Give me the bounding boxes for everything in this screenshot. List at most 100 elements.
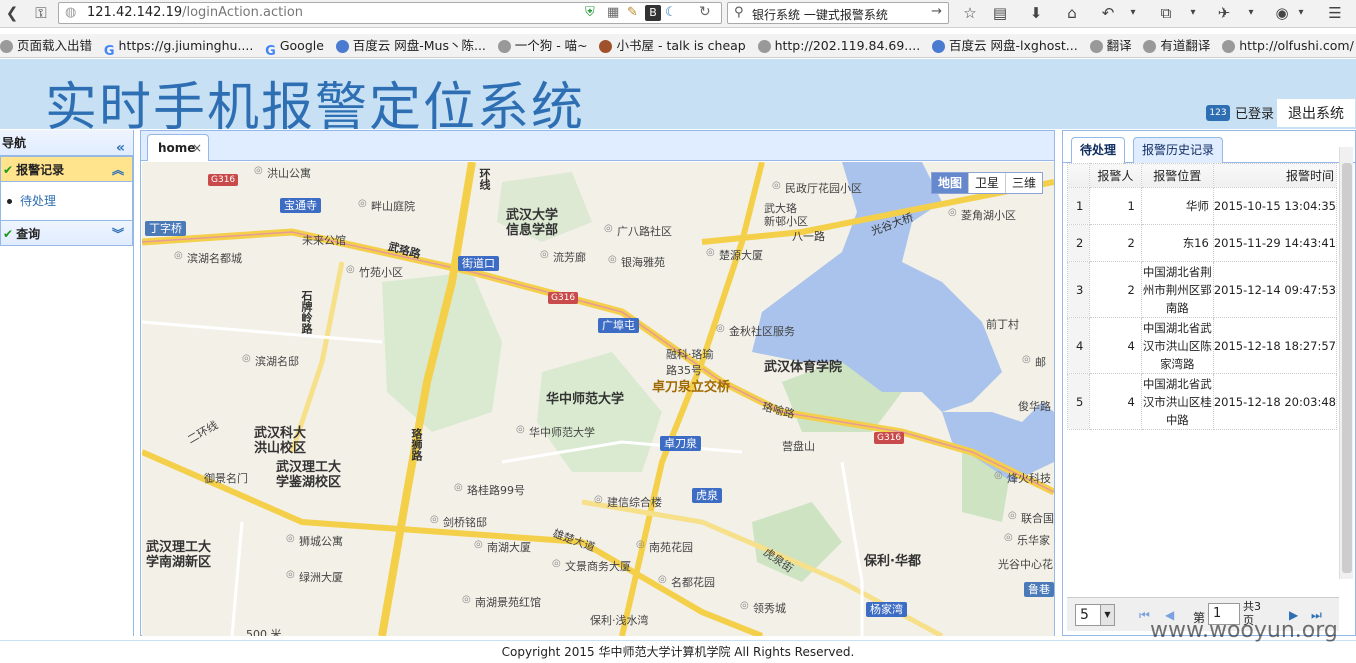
station-label: 丁字桥 [145, 221, 186, 236]
google-icon: G [103, 44, 115, 58]
road-label: 环线 [478, 168, 491, 190]
star-icon[interactable]: ☆ [960, 2, 980, 24]
station-label: 宝通寺 [280, 198, 321, 213]
chevron-down-icon[interactable]: ▾ [1294, 2, 1308, 24]
row-number: 4 [1067, 317, 1091, 374]
accordion-alarm-records[interactable]: ✔ 报警记录 ︽ [0, 156, 133, 182]
first-page-icon[interactable]: ⏮ [1139, 608, 1150, 623]
page-icon [757, 40, 771, 53]
row-number: 1 [1067, 187, 1091, 225]
map-label: 联合国 [1008, 510, 1054, 526]
map-scale: 500 米 [246, 628, 282, 636]
reading-list-icon[interactable]: ▤ [990, 2, 1010, 24]
page-size-select[interactable]: 5 ▼ [1075, 604, 1115, 626]
page-title: 实时手机报警定位系统 [45, 78, 586, 138]
chevron-up-icon[interactable]: ︽ [112, 157, 124, 183]
map-label: 未来公馆 [302, 234, 346, 247]
bookmark-item[interactable]: 小书屋 - talk is cheap [599, 34, 746, 57]
bookmark-item[interactable]: 翻译 [1089, 34, 1132, 57]
bookmark-item[interactable]: 一个狗 - 喵~ [497, 34, 588, 57]
table-row[interactable]: 2 2 东16 2015-11-29 14:43:41 [1067, 224, 1337, 262]
map-label: 金秋社区服务 [716, 323, 795, 339]
menu-icon[interactable]: ☰ [1324, 2, 1346, 24]
bookmark-item[interactable]: Ghttps://g.jiuminghu.... [103, 34, 254, 58]
nav-item-pending[interactable]: 待处理 [20, 194, 56, 208]
map-view[interactable]: 地图 卫星 三维 洪山公寓 宝通寺 畔山庭院 民政厅花园小区 武大珞 新邨小区 … [142, 162, 1054, 636]
map-label: 融科·珞瑜路35号 [666, 348, 714, 377]
tab-strip: home × [141, 131, 1054, 161]
reload-icon[interactable]: ↻ [699, 4, 711, 20]
map-type-3d[interactable]: 三维 [1006, 173, 1042, 193]
search-icon: ⚲ [734, 5, 744, 20]
close-icon[interactable]: × [192, 135, 202, 161]
back-icon[interactable]: ❮ [2, 2, 22, 24]
search-go-icon[interactable]: → [931, 4, 942, 19]
bookmark-item[interactable]: 百度云 网盘-Mus丶陈... [335, 34, 486, 57]
plane-icon[interactable]: ✈ [1214, 2, 1234, 24]
google-icon: G [265, 44, 276, 58]
column-header[interactable] [1067, 163, 1091, 188]
bookmark-item[interactable]: 百度云 网盘-lxghost... [932, 34, 1078, 57]
logout-button[interactable]: 退出系统 [1276, 98, 1356, 128]
tab-home[interactable]: home × [147, 134, 209, 161]
shield-icon[interactable]: ⛨ [585, 5, 595, 20]
home-icon[interactable]: ⌂ [1062, 2, 1082, 24]
book-icon [599, 40, 613, 53]
map-label: 南苑花园 [636, 539, 693, 555]
map-type-map[interactable]: 地图 [932, 173, 970, 193]
bookmark-item[interactable]: http://olfushi.com/ [1222, 34, 1354, 57]
bookmark-item[interactable]: 有道翻译 [1143, 34, 1210, 57]
table-header-row: 报警人 报警位置 报警时间 [1067, 163, 1337, 188]
chevron-down-icon[interactable]: ︾ [112, 221, 124, 247]
key-icon: ⚿ [35, 4, 47, 22]
download-icon[interactable]: ⬇ [1026, 2, 1046, 24]
map-label: 烽火科技 [994, 470, 1051, 486]
bookmarks-bar: 页面载入出错 Ghttps://g.jiuminghu.... G Google … [0, 34, 1356, 58]
chevron-down-icon[interactable]: ▾ [1126, 2, 1140, 24]
search-input[interactable]: 银行系统 一键式报警系统 [752, 6, 888, 23]
map-label: 光谷中心花 [998, 558, 1053, 571]
undo-icon[interactable]: ↶ [1098, 2, 1118, 24]
tab-alarm-history[interactable]: 报警历史记录 [1133, 137, 1224, 163]
url-host: 121.42.142.19 [87, 5, 183, 20]
crop-icon[interactable]: ⧉ [1156, 2, 1176, 24]
bookmark-item[interactable]: G Google [265, 34, 324, 58]
chevron-down-icon[interactable]: ▼ [1100, 605, 1114, 625]
table-row[interactable]: 4 4 中国湖北省武汉市洪山区陈家湾路 2015-12-18 18:27:57 [1067, 317, 1337, 374]
bold-b-icon[interactable]: B [645, 5, 661, 21]
alarm-person: 4 [1089, 373, 1142, 430]
map-label: 武汉理工大学鉴湖校区 [276, 460, 342, 490]
accordion-query[interactable]: ✔ 查询 ︾ [0, 220, 133, 246]
map-label: 流芳廊 [540, 249, 586, 265]
map-type-switch: 地图 卫星 三维 [931, 172, 1044, 194]
column-header[interactable]: 报警位置 [1140, 163, 1214, 188]
column-header[interactable]: 报警人 [1089, 163, 1142, 188]
page-footer: Copyright 2015 华中师范大学计算机学院 All Rights Re… [0, 640, 1356, 660]
page-icon [1143, 40, 1157, 53]
table-row[interactable]: 5 4 中国湖北省武汉市洪山区桂中路 2015-12-18 20:03:48 [1067, 373, 1337, 430]
globe-menu-icon[interactable]: ◉ [1272, 2, 1292, 24]
table-scrollbar[interactable] [1339, 147, 1353, 579]
scrollbar-thumb[interactable] [1342, 163, 1352, 573]
baidu-cloud-icon [335, 40, 349, 53]
table-row[interactable]: 3 2 中国湖北省荆州市荆州区郢南路 2015-12-14 09:47:53 [1067, 261, 1337, 318]
chevron-down-icon[interactable]: ▾ [1244, 2, 1258, 24]
map-type-satellite[interactable]: 卫星 [969, 173, 1007, 193]
map-label: 卓刀泉立交桥 [652, 380, 731, 395]
extension-icon[interactable]: ✎ [627, 5, 638, 20]
search-box[interactable]: ⚲ 银行系统 一键式报警系统 → [727, 2, 949, 24]
bookmark-item[interactable]: 页面载入出错 [0, 34, 92, 57]
station-label: 广埠屯 [598, 318, 639, 333]
column-header[interactable]: 报警时间 [1212, 163, 1337, 188]
map-label: 武汉理工大学南湖新区 [146, 540, 212, 570]
tab-pending[interactable]: 待处理 [1071, 137, 1126, 164]
table-row[interactable]: 1 1 华师 2015-10-15 13:04:35 [1067, 187, 1337, 225]
moon-icon[interactable]: ☾ [665, 5, 677, 20]
accordion-label: 报警记录 [16, 163, 65, 177]
row-number: 5 [1067, 373, 1091, 430]
chevron-down-icon[interactable]: ▾ [1186, 2, 1200, 24]
alarm-location: 中国湖北省荆州市荆州区郢南路 [1140, 261, 1214, 318]
bookmark-item[interactable]: http://202.119.84.69.... [757, 34, 920, 57]
url-bar[interactable]: ◍ 121.42.142.19/loginAction.action ⛨ ▦ ✎… [58, 2, 722, 24]
qrcode-icon[interactable]: ▦ [607, 5, 619, 20]
